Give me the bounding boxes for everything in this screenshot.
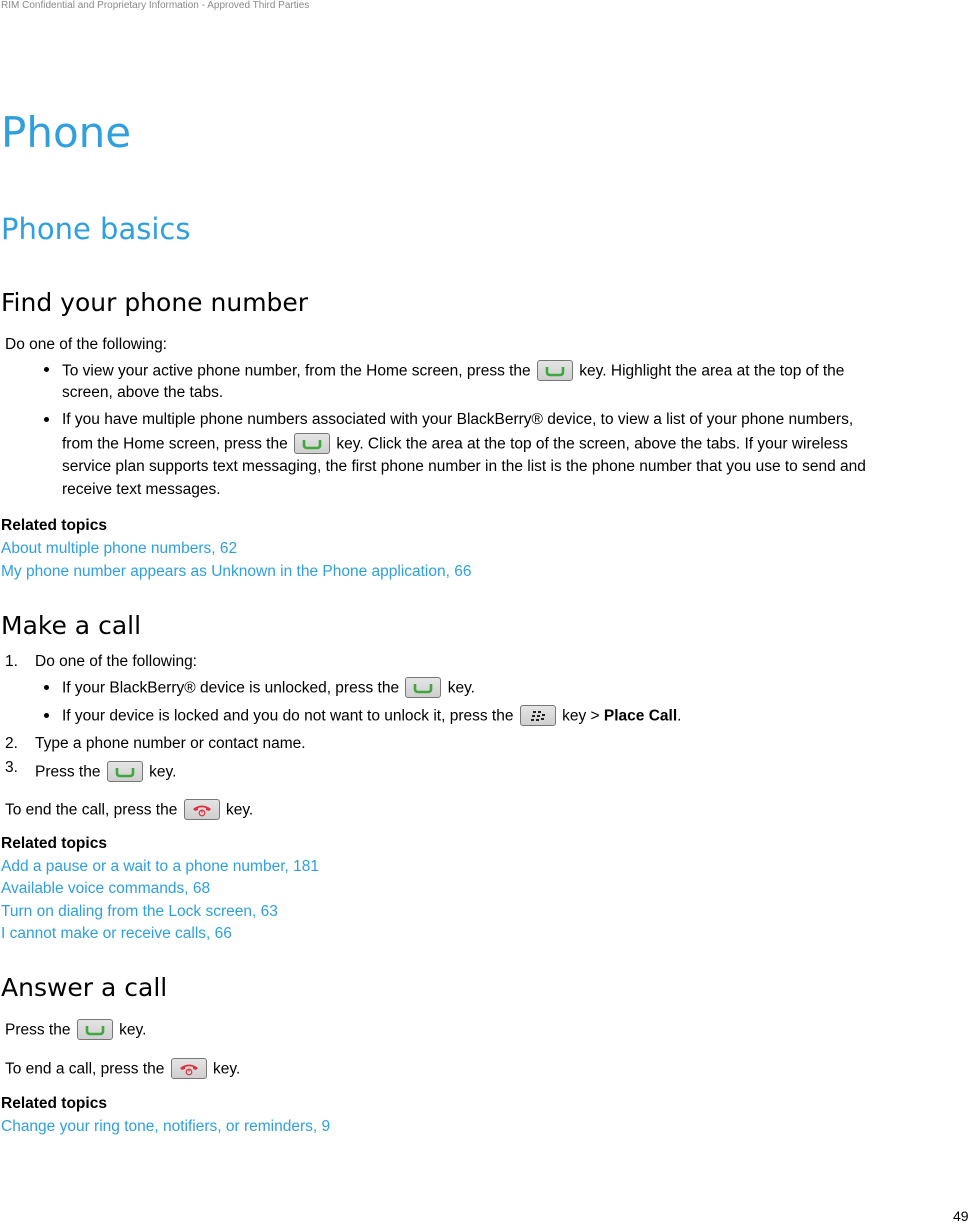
- related-topics-label: Related topics: [1, 835, 107, 852]
- text: key.: [447, 679, 475, 697]
- find-bullet-2-line4: receive text messages.: [62, 481, 221, 498]
- confidential-notice: RIM Confidential and Proprietary Informa…: [1, 0, 310, 11]
- text: To end the call, press the: [5, 801, 178, 819]
- blackberry-menu-key-icon: [519, 705, 556, 726]
- related-link[interactable]: Available voice commands, 68: [1, 880, 210, 898]
- find-bullet-2: If you have multiple phone numbers assoc…: [62, 411, 854, 428]
- bullet-dot: [44, 367, 49, 372]
- make-step-1-bullet-2: If your device is locked and you do not …: [62, 705, 682, 727]
- end-key-icon: [183, 799, 220, 820]
- heading-answer-a-call: Answer a call: [1, 973, 168, 1002]
- find-bullet-1-cont: screen, above the tabs.: [62, 384, 224, 401]
- related-link[interactable]: My phone number appears as Unknown in th…: [1, 563, 471, 581]
- send-key-icon: [294, 433, 331, 454]
- related-link[interactable]: Turn on dialing from the Lock screen, 63: [1, 903, 278, 921]
- text: Press the: [35, 763, 101, 781]
- text: To end a call, press the: [5, 1060, 165, 1078]
- text: key.: [213, 1060, 241, 1078]
- text: key >: [562, 707, 600, 725]
- section-title: Phone basics: [1, 212, 191, 246]
- send-key-icon: [76, 1019, 113, 1040]
- text: Press the: [5, 1021, 71, 1039]
- send-key-icon: [106, 761, 143, 782]
- heading-make-a-call: Make a call: [1, 611, 142, 640]
- text: If your device is locked and you do not …: [62, 707, 514, 725]
- answer-press-send: Press the key.: [5, 1019, 147, 1041]
- step-number: 1.: [5, 653, 18, 670]
- text: key.: [225, 801, 254, 819]
- find-bullet-1: To view your active phone number, from t…: [62, 360, 845, 382]
- answer-end-call: To end a call, press the key.: [5, 1058, 241, 1080]
- bullet-dot: [44, 417, 49, 422]
- related-link[interactable]: About multiple phone numbers, 62: [1, 540, 237, 558]
- text: key. Click the area at the top of the sc…: [336, 435, 848, 453]
- find-intro: Do one of the following:: [5, 336, 167, 353]
- page-number: 49: [953, 1208, 969, 1224]
- make-step-2: Type a phone number or contact name.: [35, 735, 306, 752]
- text: key. Highlight the area at the top of th…: [579, 362, 845, 380]
- bullet-dot: [44, 713, 49, 718]
- find-bullet-2-line2: from the Home screen, press the key. Cli…: [62, 433, 848, 455]
- make-step-1-bullet-1: If your BlackBerry® device is unlocked, …: [62, 677, 475, 699]
- related-link[interactable]: Change your ring tone, notifiers, or rem…: [1, 1118, 330, 1136]
- step-number: 2.: [5, 735, 18, 752]
- step-number: 3.: [5, 759, 18, 776]
- related-link[interactable]: Add a pause or a wait to a phone number,…: [1, 858, 319, 876]
- text: key.: [119, 1021, 147, 1039]
- find-bullet-2-line3: service plan supports text messaging, th…: [62, 458, 866, 475]
- text: If your BlackBerry® device is unlocked, …: [62, 679, 400, 697]
- text: key.: [149, 763, 177, 781]
- related-topics-label: Related topics: [1, 1095, 107, 1112]
- make-step-1: Do one of the following:: [35, 653, 197, 670]
- make-step-3: Press the key.: [35, 761, 177, 783]
- text: from the Home screen, press the: [62, 435, 288, 453]
- heading-find-phone-number: Find your phone number: [1, 288, 309, 317]
- related-link[interactable]: I cannot make or receive calls, 66: [1, 925, 232, 943]
- related-topics-label: Related topics: [1, 517, 107, 534]
- send-key-icon: [405, 677, 442, 698]
- text: .: [677, 707, 682, 725]
- end-key-icon: [170, 1058, 207, 1079]
- bullet-dot: [44, 685, 49, 690]
- menu-item-place-call: Place Call: [603, 707, 678, 725]
- text: To view your active phone number, from t…: [62, 362, 531, 380]
- send-key-icon: [536, 360, 573, 381]
- page-title: Phone: [1, 108, 132, 157]
- make-end-call: To end the call, press the key.: [5, 799, 254, 821]
